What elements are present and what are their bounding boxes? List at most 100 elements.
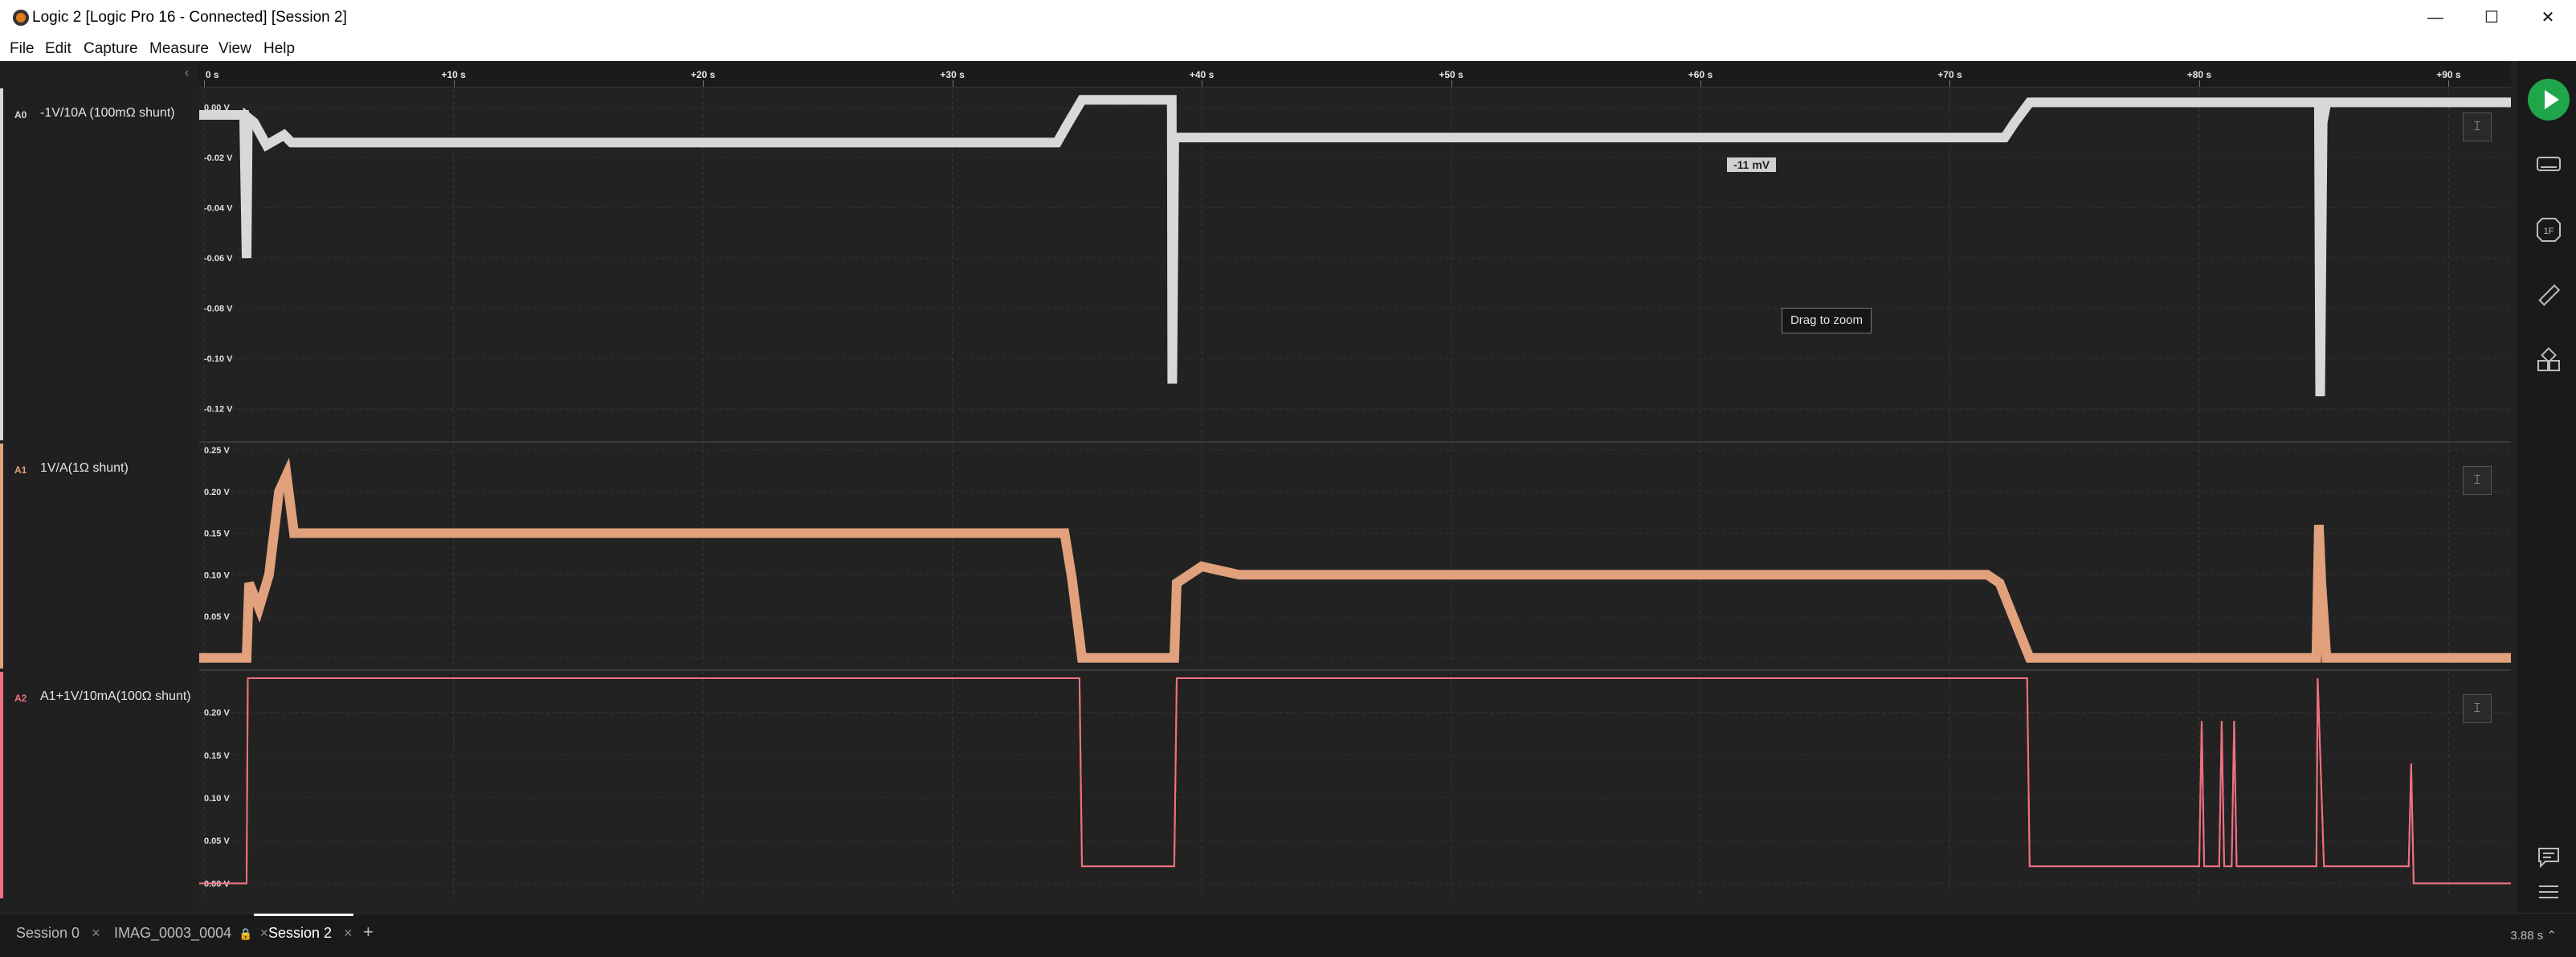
ruler-tick-mark xyxy=(1700,80,1701,87)
close-window-button[interactable]: ✕ xyxy=(2524,5,2572,31)
channel-separator[interactable] xyxy=(199,441,2511,443)
menu-bar: File Edit Capture Measure View Help xyxy=(0,35,2576,61)
channel-a1-waveform[interactable]: 0.25 V 0.20 V 0.15 V 0.10 V 0.05 V 0.00 V xyxy=(199,444,2511,669)
maximize-button[interactable]: ☐ xyxy=(2468,5,2516,31)
title-bar: Logic 2 [Logic Pro 16 - Connected] [Sess… xyxy=(0,0,2576,35)
y-axis-tick-label: 0.10 V xyxy=(204,794,230,804)
ruler-tick-label: +10 s xyxy=(441,69,466,80)
y-axis-tick-label: -0.06 V xyxy=(204,254,233,264)
y-axis-tick-label: 0.05 V xyxy=(204,612,230,622)
time-ruler[interactable]: ‹ 0 s +10 s +20 s +30 s +40 s +50 s +60 s +70 s… xyxy=(185,61,2511,88)
y-axis-tick-label: 0.15 V xyxy=(204,530,230,539)
tab-close-icon[interactable]: × xyxy=(260,925,269,941)
channel-a2-label[interactable]: A1+1V/10mA(100Ω shunt) xyxy=(40,689,191,704)
tab-session-0[interactable]: Session 0 × xyxy=(16,925,100,942)
analyzer-1f-icon[interactable]: 1F xyxy=(2534,215,2563,244)
active-tab-indicator xyxy=(254,914,353,916)
ruler-tick-mark xyxy=(204,80,206,87)
tab-session-2[interactable]: Session 2 × xyxy=(268,925,353,942)
tab-label: Session 2 xyxy=(268,925,333,941)
lock-icon: 🔒 xyxy=(239,927,253,940)
menu-help[interactable]: Help xyxy=(263,40,295,58)
ruler-tick-mark xyxy=(703,80,704,87)
fit-scale-icon: ⌶ xyxy=(2473,473,2481,487)
y-axis-tick-label: -0.02 V xyxy=(204,153,233,163)
channel-a0-waveform[interactable]: 0.00 V -0.02 V -0.04 V -0.06 V -0.08 V -0.10 … xyxy=(199,88,2511,440)
drag-to-zoom-tooltip: Drag to zoom xyxy=(1782,308,1872,333)
y-axis-tick-label: 0.20 V xyxy=(204,488,230,497)
ruler-tick-mark xyxy=(1949,80,1951,87)
ruler-tick-mark xyxy=(2198,80,2200,87)
new-tab-button[interactable]: + xyxy=(363,922,374,943)
waveform-series-outline-a1 xyxy=(199,472,2511,659)
channel-a1-fit-scale-button[interactable]: ⌶ xyxy=(2463,466,2492,495)
waveform-plot-svg[interactable]: 0.00 V-0.02 V-0.04 V-0.06 V-0.08 V-0.10 … xyxy=(199,88,2511,440)
tab-imag-0003-0004[interactable]: IMAG_0003_0004 🔒 × xyxy=(114,925,268,942)
ruler-tick-label: +70 s xyxy=(1937,69,1962,80)
menu-edit[interactable]: Edit xyxy=(45,40,71,58)
channel-a1-label[interactable]: 1V/A(1Ω shunt) xyxy=(40,461,129,476)
y-axis-tick-label: 0.10 V xyxy=(204,571,230,580)
y-axis-tick-label: 0.25 V xyxy=(204,446,230,456)
menu-view[interactable]: View xyxy=(218,40,251,58)
play-icon xyxy=(2545,90,2559,109)
waveform-series-a0 xyxy=(199,95,2511,397)
y-axis-tick-label: 0.20 V xyxy=(204,709,230,718)
tab-close-icon[interactable]: × xyxy=(344,925,353,941)
ruler-tick-label: +20 s xyxy=(690,69,716,80)
tab-label: Session 0 xyxy=(16,925,80,941)
ruler-tick-label: +80 s xyxy=(2186,69,2212,80)
waveform-plot-svg[interactable]: 0.25 V0.20 V0.15 V0.10 V0.05 V0.00 V xyxy=(199,444,2511,669)
zoom-level-readout: 3.88 s ⌃ xyxy=(2510,929,2557,943)
ruler-tick-label: +50 s xyxy=(1439,69,1464,80)
tab-close-icon[interactable]: × xyxy=(92,925,100,941)
channel-separator[interactable] xyxy=(199,669,2511,671)
ruler-tick-label: +90 s xyxy=(2436,69,2461,80)
menu-file[interactable]: File xyxy=(10,40,35,58)
channel-a2-fit-scale-button[interactable]: ⌶ xyxy=(2463,694,2492,723)
channel-a0-fit-scale-button[interactable]: ⌶ xyxy=(2463,112,2492,141)
channel-label-column xyxy=(0,61,199,913)
channel-a1-color-stripe xyxy=(0,444,3,669)
y-axis-tick-label: -0.10 V xyxy=(204,354,233,364)
y-axis-tick-label: 0.05 V xyxy=(204,836,230,846)
menu-capture[interactable]: Capture xyxy=(84,40,138,58)
menu-measure[interactable]: Measure xyxy=(149,40,209,58)
channel-a1-id: A1 xyxy=(14,464,27,476)
waveform-series-a1 xyxy=(199,457,2511,663)
start-capture-button[interactable] xyxy=(2528,79,2570,121)
session-tab-bar: Session 0 × IMAG_0003_0004 🔒 × Session 2… xyxy=(0,913,2576,957)
y-axis-tick-label: -0.04 V xyxy=(204,204,233,214)
ruler-tick-mark xyxy=(1451,80,1452,87)
ruler-tick-label: 0 s xyxy=(205,69,219,80)
fit-scale-icon: ⌶ xyxy=(2473,701,2481,715)
fit-scale-icon: ⌶ xyxy=(2473,120,2481,133)
y-axis-tick-label: 0.15 V xyxy=(204,751,230,761)
channel-a2-id: A2 xyxy=(14,693,27,704)
channel-a0-color-stripe xyxy=(0,88,3,440)
channel-a2-color-stripe xyxy=(0,672,3,898)
cursor-value-readout: -11 mV xyxy=(1727,157,1777,172)
ruler-tick-mark xyxy=(453,80,455,87)
ruler-tick-label: +60 s xyxy=(1688,69,1713,80)
waveform-series-outline-a2 xyxy=(199,677,2511,885)
device-icon[interactable] xyxy=(2534,149,2563,178)
waveform-plot-svg[interactable]: 0.20 V0.15 V0.10 V0.05 V0.00 V xyxy=(199,672,2511,898)
tab-label: IMAG_0003_0004 xyxy=(114,925,232,941)
ruler-tick-label: +30 s xyxy=(940,69,965,80)
channel-a0-label[interactable]: -1V/10A (100mΩ shunt) xyxy=(40,106,175,121)
window-title: Logic 2 [Logic Pro 16 - Connected] [Sess… xyxy=(32,9,347,26)
ruler-tick-mark xyxy=(2448,80,2450,87)
ruler-tick-label: +40 s xyxy=(1189,69,1215,80)
ruler-icon[interactable] xyxy=(2534,281,2563,310)
svg-text:1F: 1F xyxy=(2544,227,2554,236)
channel-a2-waveform[interactable]: 0.20 V 0.15 V 0.10 V 0.05 V 0.00 V xyxy=(199,672,2511,898)
waveform-series-a2 xyxy=(199,677,2511,885)
minimize-button[interactable]: — xyxy=(2411,5,2460,31)
hamburger-icon[interactable] xyxy=(2534,877,2563,906)
comment-icon[interactable] xyxy=(2534,842,2563,871)
extensions-icon[interactable] xyxy=(2534,347,2563,376)
right-sidebar: 1F xyxy=(2516,61,2576,913)
collapse-channels-icon[interactable]: ‹ xyxy=(185,66,189,80)
y-axis-tick-label: -0.12 V xyxy=(204,405,233,415)
